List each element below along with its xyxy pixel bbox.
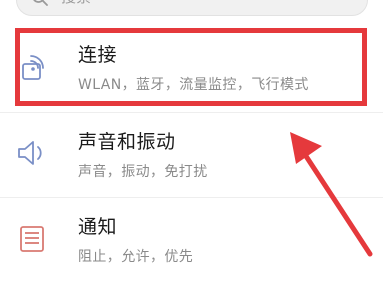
connection-subtitle: WLAN，蓝牙，流量监控，飞行模式 bbox=[78, 77, 309, 93]
settings-item-notifications[interactable]: 通知 阻止，允许，优先 bbox=[0, 196, 383, 282]
search-icon bbox=[33, 0, 48, 6]
notification-list-icon bbox=[20, 226, 44, 252]
sound-title: 声音和振动 bbox=[78, 131, 176, 153]
settings-item-sound[interactable]: 声音和振动 声音，振动，免打扰 bbox=[0, 111, 383, 197]
notifications-title: 通知 bbox=[78, 216, 118, 238]
connection-title: 连接 bbox=[78, 44, 118, 66]
notifications-subtitle: 阻止，允许，优先 bbox=[78, 249, 194, 265]
wifi-connection-icon bbox=[22, 55, 44, 80]
speaker-volume-icon bbox=[18, 141, 42, 165]
sound-subtitle: 声音，振动，免打扰 bbox=[78, 164, 208, 180]
settings-item-connection[interactable]: 连接 WLAN，蓝牙，流量监控，飞行模式 bbox=[0, 24, 383, 110]
search-bar[interactable]: 搜索 bbox=[16, 0, 368, 16]
search-placeholder: 搜索 bbox=[61, 0, 91, 7]
